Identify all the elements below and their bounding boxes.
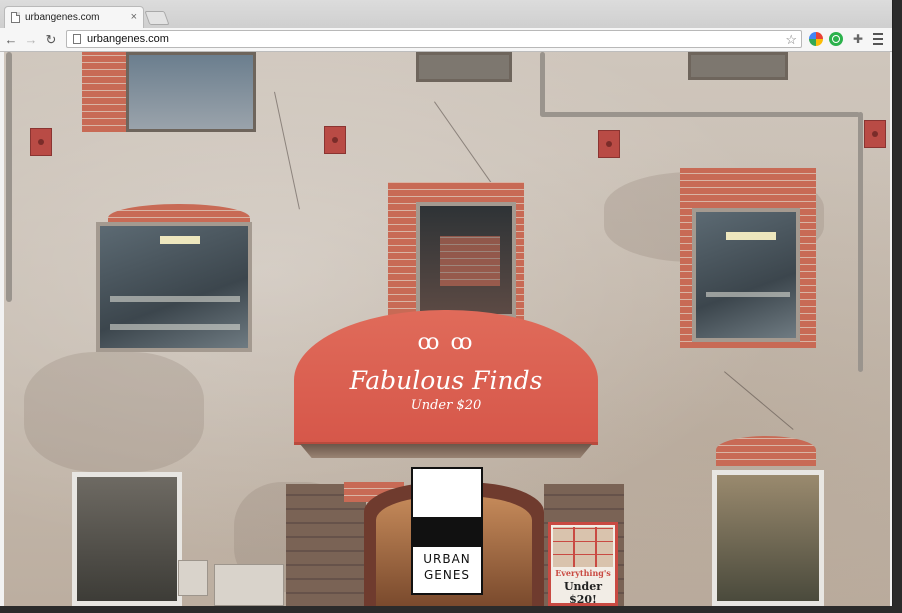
page-icon (73, 34, 81, 44)
wall-crack (274, 91, 300, 210)
close-icon[interactable]: × (131, 12, 137, 23)
sale-poster: Everything's Under $20! (548, 522, 618, 606)
address-bar[interactable]: urbangenes.com ☆ (66, 30, 802, 48)
right-storefront-door (712, 470, 824, 606)
middle-window-right (692, 208, 800, 342)
page-viewport[interactable]: ꝏ ꝏ Fabulous Finds Under $20 Everything'… (4, 52, 890, 606)
wall-bracket (324, 126, 346, 154)
middle-window-left (96, 222, 252, 352)
awning-headline: Fabulous Finds (349, 366, 543, 395)
wall-bracket (864, 120, 886, 148)
awning-subline: Under $20 (410, 398, 482, 413)
pipe (540, 52, 545, 116)
shelf (706, 292, 790, 297)
electric-meter (178, 560, 208, 596)
wall-bracket (598, 130, 620, 158)
green-extension-icon[interactable] (829, 32, 843, 46)
tab-title: urbangenes.com (25, 12, 100, 23)
poster-line-2: Under $20! (563, 580, 603, 606)
pipe (540, 112, 860, 117)
wall-crack (434, 101, 498, 193)
awning-underside (300, 444, 592, 458)
reload-icon[interactable]: ↻ (42, 31, 60, 49)
ceiling-light (160, 236, 200, 244)
upper-window (416, 52, 512, 82)
toolbar: ← → ↻ urbangenes.com ☆ ✚ (0, 28, 892, 52)
logo-line-2: GENES (423, 568, 471, 582)
logo-upper-panel (413, 469, 481, 517)
ceiling-light (726, 232, 776, 240)
new-tab-button[interactable] (144, 11, 170, 25)
upper-window (688, 52, 788, 80)
brick-arch (108, 204, 250, 224)
forward-icon[interactable]: → (22, 31, 40, 49)
puzzle-extension-icon[interactable]: ✚ (851, 32, 865, 46)
page-icon (11, 12, 20, 23)
wall-stain (24, 352, 204, 472)
left-storefront-door (72, 472, 182, 606)
upper-window (126, 52, 256, 132)
logo-wordmark: URBAN GENES (413, 551, 481, 583)
star-icon[interactable]: ☆ (785, 33, 797, 46)
poster-product-grid (553, 527, 613, 567)
wooden-shutter (286, 484, 366, 606)
shelf (110, 296, 240, 302)
tab-urbangenes[interactable]: urbangenes.com × (4, 6, 144, 28)
poster-line-1: Everything's (555, 568, 611, 578)
shelf (110, 324, 240, 330)
wall-crack (724, 371, 794, 430)
exposed-brick (82, 52, 128, 132)
browser-window: urbangenes.com × ← → ↻ urbangenes.com ☆ … (0, 0, 893, 606)
brick-arch (716, 436, 816, 466)
pipe (858, 112, 863, 372)
tab-strip: urbangenes.com × (0, 0, 892, 28)
window-reflection (440, 236, 500, 286)
utility-box (214, 564, 284, 606)
urban-genes-logo[interactable]: URBAN GENES (411, 467, 483, 595)
url-text[interactable]: urbangenes.com (87, 33, 785, 45)
wall-bracket (30, 128, 52, 156)
awning-flourish: ꝏ ꝏ (417, 330, 475, 355)
middle-window-center (416, 202, 516, 318)
logo-band (413, 517, 481, 547)
logo-line-1: URBAN (423, 552, 471, 566)
pipe (6, 52, 12, 302)
menu-icon[interactable] (873, 33, 883, 45)
store-awning: ꝏ ꝏ Fabulous Finds Under $20 (294, 310, 598, 442)
chrome-extension-icon[interactable] (809, 32, 823, 46)
back-icon[interactable]: ← (2, 31, 20, 49)
